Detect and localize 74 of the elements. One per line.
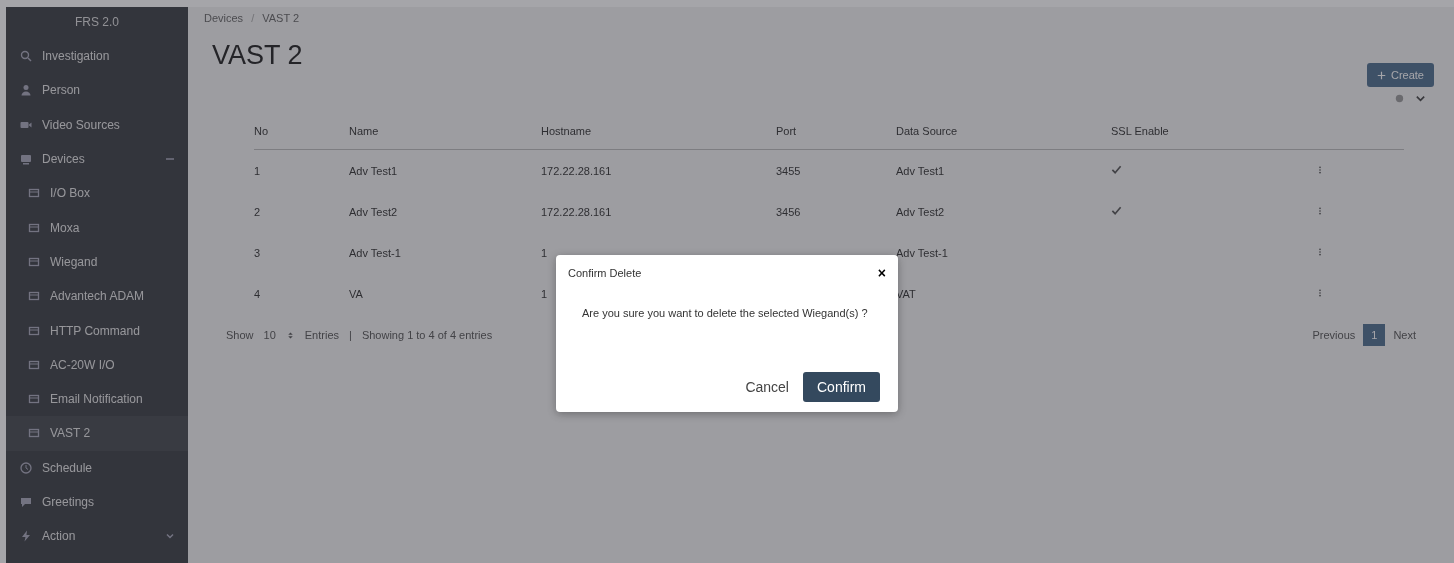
box-icon [28,393,40,406]
table-cell: 1 [541,246,548,259]
dialog-title: Confirm Delete [568,267,642,279]
sidebar-item[interactable]: Devices [6,141,188,177]
breadcrumb-separator: / [251,12,255,24]
column-header: Port [776,113,896,150]
table-cell: VA [349,287,363,300]
column-header: No [254,113,349,150]
sidebar-item[interactable]: I/O Box [6,176,188,211]
table-cell: Adv Test2 [896,205,945,218]
table-cell: Adv Test1 [349,164,398,177]
sidebar-item[interactable]: Video Sources [6,107,188,142]
table-cell: 172.22.28.161 [541,205,612,218]
chat-icon [20,496,32,508]
plus-icon [1376,70,1386,80]
confirm-button[interactable]: Confirm [803,372,880,402]
divider-text: | [349,329,352,341]
search-icon [20,50,32,63]
page-size-select[interactable]: 10 [263,329,276,341]
column-header: Name [349,113,541,150]
show-label: Show [226,329,254,341]
box-icon [28,427,40,440]
sidebar-item[interactable]: Greetings [6,484,188,520]
table-cell: 1 [541,287,548,300]
sidebar-item[interactable]: Person [6,73,188,108]
app-title: FRS 2.0 [74,14,120,31]
create-button[interactable]: Create [1366,63,1434,87]
box-icon [28,255,40,268]
column-header: SSL Enable [1111,113,1316,150]
sidebar-item[interactable]: VAST 2 [6,416,188,451]
confirm-message: Are you sure you want to delete the selected Wiegand(s) ? [581,306,869,319]
breadcrumb-link[interactable]: VAST 2 [262,12,300,24]
sidebar-item[interactable]: Schedule [6,450,188,485]
table-cell: 3 [254,246,261,259]
box-icon [28,358,40,371]
device-icon [20,153,32,166]
gear-icon [1394,93,1405,104]
column-header: Hostname [541,113,776,150]
box-icon [28,187,40,200]
table-cell: Adv Test1 [896,164,945,177]
sidebar-item[interactable]: Advantech ADAM [6,279,188,314]
table-cell: 3456 [776,205,801,218]
cancel-button[interactable]: Cancel [745,379,789,395]
table-cell: Adv Test-1 [896,246,948,259]
chevron-icon [1415,93,1426,104]
box-icon [28,221,40,234]
table-cell: 3455 [776,164,801,177]
page-button[interactable]: 1 [1363,324,1386,346]
box-icon [28,290,40,303]
table-cell: 172.22.28.161 [541,164,612,177]
sidebar-item[interactable]: Investigation [6,39,188,74]
column-header: Data Source [896,113,1111,150]
sidebar-item[interactable]: Wiegand [6,244,188,280]
sidebar-item[interactable]: Action [6,519,188,554]
page-title: VAST 2 [212,40,303,71]
table-cell: Adv Test-1 [349,246,401,259]
entries-summary: Showing 1 to 4 of 4 entries [361,329,493,341]
sidebar-item[interactable]: AC-20W I/O [6,347,188,382]
bolt-icon [20,530,32,543]
next-link[interactable]: Next [1393,329,1416,341]
table-cell: 4 [254,287,261,300]
clock-icon [20,461,32,474]
sidebar-item[interactable]: Moxa [6,210,188,245]
entries-label: Entries [304,329,340,341]
close-button[interactable]: × [877,265,886,281]
breadcrumb-link[interactable]: Devices [204,12,244,24]
person-icon [20,84,32,97]
sidebar-item[interactable]: HTTP Command [6,313,188,348]
table-cell: 1 [254,164,261,177]
table-cell: 2 [254,205,261,218]
sidebar-item[interactable]: Email Notification [6,381,188,417]
previous-link[interactable]: Previous [1312,329,1356,341]
table-cell: Adv Test2 [349,205,398,218]
box-icon [28,324,40,337]
